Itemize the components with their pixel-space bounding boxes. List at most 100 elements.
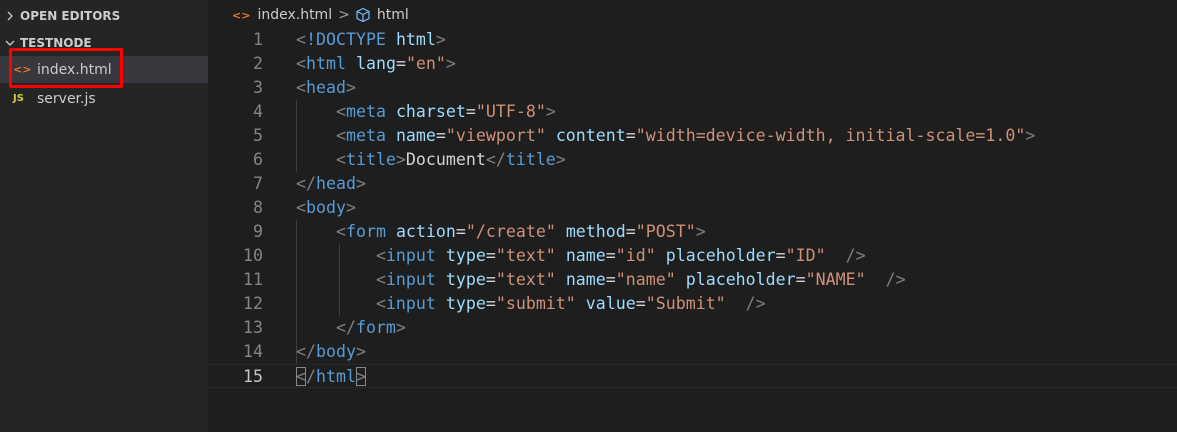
code-token: "ID"	[785, 246, 826, 265]
code-token: "/create"	[465, 222, 556, 241]
line-number: 12	[243, 294, 263, 313]
code-line[interactable]: 11 <input type="text" name="name" placeh…	[208, 268, 1177, 292]
code-line[interactable]: 3 <head>	[208, 76, 1177, 100]
code-token: <	[296, 78, 306, 97]
code-token: >	[355, 342, 366, 361]
code-token: "NAME"	[805, 270, 866, 289]
code-token: name	[565, 270, 606, 289]
code-line[interactable]: 12 <input type="submit" value="Submit" /…	[208, 292, 1177, 316]
code-line[interactable]: 4 <meta charset="UTF-8">	[208, 100, 1177, 124]
code-line[interactable]: 7 </head>	[208, 172, 1177, 196]
code-text: <input type="text" name="name" placehold…	[296, 268, 906, 292]
code-token: type	[445, 294, 486, 313]
file-item-index-html[interactable]: <> index.html	[0, 56, 208, 83]
code-token: />	[845, 246, 866, 265]
code-text: </html>	[296, 365, 366, 389]
code-token: placeholder	[685, 270, 796, 289]
code-token: "POST"	[635, 222, 696, 241]
code-token: input	[385, 270, 436, 289]
line-number: 15	[243, 367, 263, 386]
file-item-server-js[interactable]: JS server.js	[0, 85, 208, 112]
code-token: >	[435, 30, 446, 49]
code-text: </head>	[296, 172, 366, 196]
code-token: </	[296, 174, 316, 193]
code-token: <	[296, 54, 306, 73]
code-line[interactable]: 6 <title>Document</title>	[208, 148, 1177, 172]
code-token: =	[795, 270, 806, 289]
code-token: value	[585, 294, 636, 313]
project-folder-header[interactable]: TESTNODE	[0, 32, 208, 54]
code-token: />	[885, 270, 906, 289]
code-text: <title>Document</title>	[296, 148, 566, 172]
line-number: 1	[253, 30, 263, 49]
code-token: >	[345, 78, 356, 97]
code-line[interactable]: 14 </body>	[208, 340, 1177, 364]
code-token: >	[395, 150, 406, 169]
code-token: "text"	[495, 246, 556, 265]
code-token: <	[335, 222, 346, 241]
code-token: "id"	[615, 246, 656, 265]
code-token: "viewport"	[445, 126, 546, 145]
code-token: meta	[345, 102, 386, 121]
code-line[interactable]: 5 <meta name="viewport" content="width=d…	[208, 124, 1177, 148]
code-text: <html lang="en">	[296, 52, 456, 76]
explorer-sidebar: OPEN EDITORS TESTNODE <> index.html JS s…	[0, 0, 208, 432]
code-token: </	[335, 318, 356, 337]
code-text: <meta name="viewport" content="width=dev…	[296, 124, 1035, 148]
chevron-right-icon	[0, 11, 20, 21]
code-token: >	[695, 222, 706, 241]
code-token: =	[625, 126, 636, 145]
code-token: type	[445, 270, 486, 289]
breadcrumb-file-label: index.html	[257, 7, 333, 23]
code-text: <input type="submit" value="Submit" />	[296, 292, 766, 316]
breadcrumb-separator: >	[338, 7, 350, 23]
code-text: </body>	[296, 340, 366, 364]
code-token: <	[335, 102, 346, 121]
breadcrumb-symbol[interactable]: html	[355, 7, 409, 23]
code-line[interactable]: 1 <!DOCTYPE html>	[208, 28, 1177, 52]
code-editor[interactable]: <> index.html > html 1 <!DOCTYPE html> 2 <h…	[208, 0, 1177, 432]
code-token: <	[375, 270, 386, 289]
code-token: >	[445, 54, 456, 73]
code-token: form	[345, 222, 386, 241]
line-number: 2	[253, 54, 263, 73]
code-line[interactable]: 10 <input type="text" name="id" placehol…	[208, 244, 1177, 268]
code-token: >	[345, 198, 356, 217]
code-token: =	[435, 126, 446, 145]
breadcrumb-file[interactable]: <> index.html	[208, 7, 332, 23]
js-file-icon: JS	[13, 93, 24, 104]
code-token: >	[555, 150, 566, 169]
line-number: 8	[253, 198, 263, 217]
code-line[interactable]: 2 <html lang="en">	[208, 52, 1177, 76]
code-line[interactable]: 15 </html>	[208, 364, 1177, 388]
code-token: name	[395, 126, 436, 145]
code-token: >	[395, 318, 406, 337]
code-token: head	[315, 174, 356, 193]
line-number: 11	[243, 270, 263, 289]
code-line[interactable]: 8 <body>	[208, 196, 1177, 220]
code-token: =	[465, 102, 476, 121]
code-token: >	[1025, 126, 1036, 145]
code-line[interactable]: 13 </form>	[208, 316, 1177, 340]
code-line[interactable]: 9 <form action="/create" method="POST">	[208, 220, 1177, 244]
code-token: "en"	[405, 54, 446, 73]
code-token: =	[605, 270, 616, 289]
code-token: Document	[405, 150, 486, 169]
line-number: 7	[253, 174, 263, 193]
code-token: input	[385, 294, 436, 313]
open-editors-header[interactable]: OPEN EDITORS	[0, 5, 208, 27]
